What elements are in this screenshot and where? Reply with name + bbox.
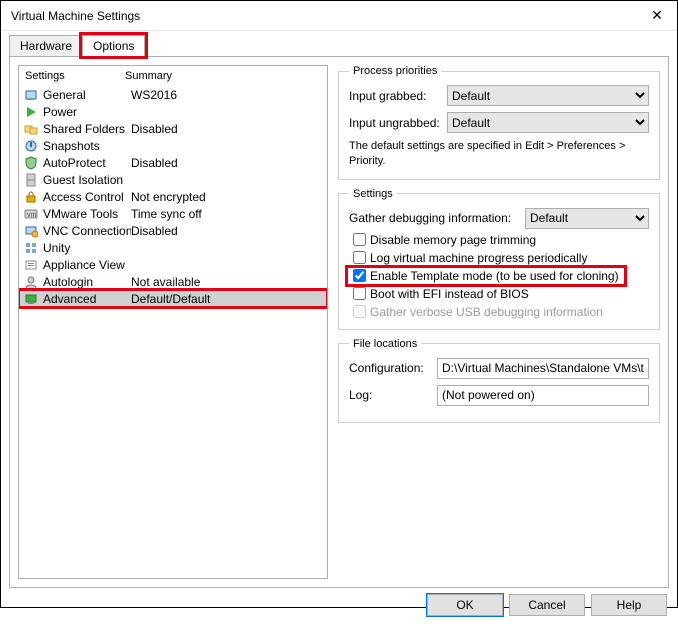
chk-log[interactable] bbox=[353, 251, 366, 264]
help-button[interactable]: Help bbox=[591, 594, 667, 616]
input-grabbed-label: Input grabbed: bbox=[349, 89, 441, 103]
row-name: VNC Connections bbox=[43, 224, 131, 238]
list-item[interactable]: VNC ConnectionsDisabled bbox=[19, 222, 327, 239]
row-icon bbox=[23, 240, 39, 256]
row-name: VMware Tools bbox=[43, 207, 131, 221]
process-priorities-group: Process priorities Input grabbed: Defaul… bbox=[338, 65, 660, 180]
row-name: Access Control bbox=[43, 190, 131, 204]
list-item[interactable]: AdvancedDefault/Default bbox=[19, 290, 327, 307]
row-name: Snapshots bbox=[43, 139, 131, 153]
titlebar: Virtual Machine Settings ✕ bbox=[1, 1, 677, 31]
config-field[interactable] bbox=[437, 358, 649, 379]
list-item[interactable]: AutologinNot available bbox=[19, 273, 327, 290]
row-name: AutoProtect bbox=[43, 156, 131, 170]
row-name: Appliance View bbox=[43, 258, 131, 272]
list-item[interactable]: Snapshots bbox=[19, 137, 327, 154]
list-item[interactable]: Appliance View bbox=[19, 256, 327, 273]
row-summary: Default/Default bbox=[131, 292, 325, 306]
window-title: Virtual Machine Settings bbox=[11, 9, 140, 23]
list-item[interactable]: AutoProtectDisabled bbox=[19, 154, 327, 171]
row-icon: vm bbox=[23, 206, 39, 222]
list-item[interactable]: Unity bbox=[19, 239, 327, 256]
input-ungrabbed-select[interactable]: Default bbox=[447, 112, 649, 133]
row-name: Autologin bbox=[43, 275, 131, 289]
row-icon bbox=[23, 172, 39, 188]
close-icon[interactable]: ✕ bbox=[645, 7, 669, 24]
row-name: Unity bbox=[43, 241, 131, 255]
file-locations-legend: File locations bbox=[349, 338, 421, 350]
chk-trim[interactable] bbox=[353, 233, 366, 246]
row-icon bbox=[23, 274, 39, 290]
list-item[interactable]: GeneralWS2016 bbox=[19, 86, 327, 103]
row-summary: Disabled bbox=[131, 122, 325, 136]
row-summary: WS2016 bbox=[131, 88, 325, 102]
settings-group: Settings Gather debugging information: D… bbox=[338, 188, 660, 330]
log-field[interactable] bbox=[437, 385, 649, 406]
row-icon bbox=[23, 155, 39, 171]
header-settings: Settings bbox=[25, 70, 125, 82]
file-locations-group: File locations Configuration: Log: bbox=[338, 338, 660, 423]
debug-select[interactable]: Default bbox=[525, 208, 649, 229]
row-name: General bbox=[43, 88, 131, 102]
chk-usb-label: Gather verbose USB debugging information bbox=[370, 305, 603, 319]
dialog-footer: OK Cancel Help bbox=[1, 594, 677, 624]
right-pane: Process priorities Input grabbed: Defaul… bbox=[338, 65, 660, 579]
priorities-legend: Process priorities bbox=[349, 65, 441, 77]
svg-text:vm: vm bbox=[27, 212, 37, 219]
cancel-button[interactable]: Cancel bbox=[509, 594, 585, 616]
row-icon bbox=[23, 104, 39, 120]
row-summary: Not encrypted bbox=[131, 190, 325, 204]
row-summary: Disabled bbox=[131, 156, 325, 170]
ok-button[interactable]: OK bbox=[427, 594, 503, 616]
chk-template-label: Enable Template mode (to be used for clo… bbox=[370, 269, 619, 283]
row-icon bbox=[23, 121, 39, 137]
row-summary: Time sync off bbox=[131, 207, 325, 221]
input-grabbed-select[interactable]: Default bbox=[447, 85, 649, 106]
row-icon bbox=[23, 291, 39, 307]
row-icon bbox=[23, 138, 39, 154]
tab-hardware[interactable]: Hardware bbox=[9, 35, 83, 56]
tabs: Hardware Options bbox=[1, 31, 677, 56]
settings-list-pane: Settings Summary GeneralWS2016PowerShare… bbox=[18, 65, 328, 579]
tab-options[interactable]: Options bbox=[82, 35, 145, 56]
chk-log-label: Log virtual machine progress periodicall… bbox=[370, 251, 587, 265]
row-name: Advanced bbox=[43, 292, 131, 306]
list-item[interactable]: Access ControlNot encrypted bbox=[19, 188, 327, 205]
row-summary: Not available bbox=[131, 275, 325, 289]
row-icon bbox=[23, 189, 39, 205]
row-icon bbox=[23, 87, 39, 103]
row-summary: Disabled bbox=[131, 224, 325, 238]
row-name: Guest Isolation bbox=[43, 173, 131, 187]
chk-template[interactable] bbox=[353, 269, 366, 282]
content-panel: Settings Summary GeneralWS2016PowerShare… bbox=[9, 56, 669, 588]
chk-usb bbox=[353, 305, 366, 318]
input-ungrabbed-label: Input ungrabbed: bbox=[349, 116, 441, 130]
priorities-note: The default settings are specified in Ed… bbox=[349, 139, 649, 169]
config-label: Configuration: bbox=[349, 361, 431, 375]
settings-legend: Settings bbox=[349, 188, 397, 200]
header-summary: Summary bbox=[125, 70, 172, 82]
row-icon bbox=[23, 223, 39, 239]
list-item[interactable]: Shared FoldersDisabled bbox=[19, 120, 327, 137]
chk-efi-label: Boot with EFI instead of BIOS bbox=[370, 287, 529, 301]
debug-label: Gather debugging information: bbox=[349, 211, 519, 225]
row-name: Shared Folders bbox=[43, 122, 131, 136]
row-name: Power bbox=[43, 105, 131, 119]
chk-trim-label: Disable memory page trimming bbox=[370, 233, 536, 247]
list-item[interactable]: vm VMware ToolsTime sync off bbox=[19, 205, 327, 222]
chk-efi[interactable] bbox=[353, 287, 366, 300]
list-item[interactable]: Guest Isolation bbox=[19, 171, 327, 188]
list-headers: Settings Summary bbox=[19, 70, 327, 86]
log-label: Log: bbox=[349, 388, 431, 402]
list-item[interactable]: Power bbox=[19, 103, 327, 120]
row-icon bbox=[23, 257, 39, 273]
settings-list[interactable]: GeneralWS2016PowerShared FoldersDisabled… bbox=[19, 86, 327, 578]
